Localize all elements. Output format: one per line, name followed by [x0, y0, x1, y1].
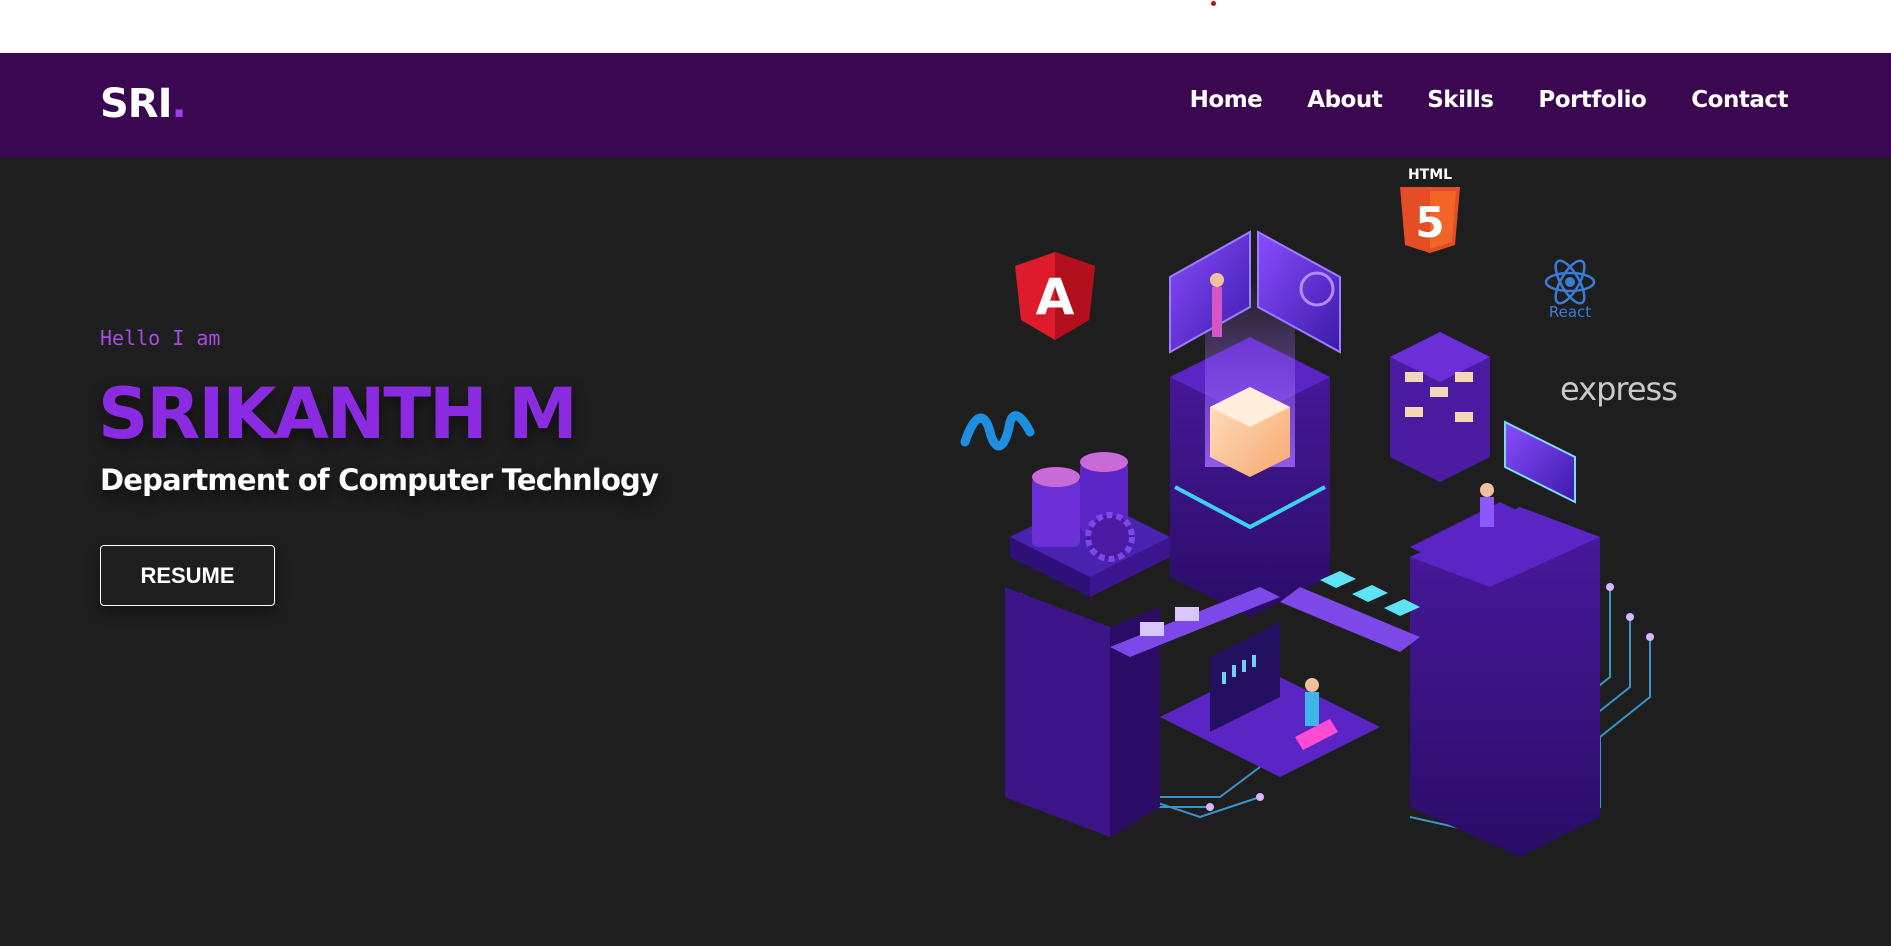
- navbar: SRI. Home About Skills Portfolio Contact: [0, 53, 1891, 157]
- angular-logo: A: [1015, 252, 1095, 340]
- logo[interactable]: SRI.: [100, 81, 187, 127]
- nav-portfolio[interactable]: Portfolio: [1538, 87, 1646, 113]
- html-number: 5: [1415, 198, 1444, 247]
- server-rack: [1390, 332, 1490, 482]
- nav-contact[interactable]: Contact: [1691, 87, 1788, 113]
- left-block: [1005, 587, 1160, 837]
- greeting-text: Hello I am: [100, 326, 221, 350]
- main-nav: Home About Skills Portfolio Contact: [1190, 87, 1789, 113]
- angular-letter: A: [1036, 268, 1075, 326]
- nav-skills[interactable]: Skills: [1427, 87, 1494, 113]
- express-label: express: [1560, 370, 1677, 408]
- bottom-station: [1160, 622, 1380, 777]
- top-strip: [0, 0, 1891, 53]
- hero-department: Department of Computer Technlogy: [100, 463, 659, 497]
- logo-dot: .: [171, 81, 187, 127]
- nav-about[interactable]: About: [1307, 87, 1382, 113]
- html5-logo: HTML 5: [1400, 167, 1460, 253]
- resume-button[interactable]: RESUME: [100, 545, 275, 606]
- react-label: React: [1549, 303, 1591, 321]
- red-dot: [1211, 1, 1216, 6]
- react-logo: React: [1544, 259, 1596, 321]
- database-platform: [1010, 452, 1170, 597]
- logo-text: SRI: [100, 81, 172, 127]
- html-label: HTML: [1408, 167, 1452, 183]
- dotnet-logo: [960, 411, 1035, 451]
- nav-home[interactable]: Home: [1190, 87, 1263, 113]
- isometric-tech-illustration: A HTML 5 React express: [960, 167, 1678, 857]
- hero-name: SRIKANTH M: [98, 373, 578, 455]
